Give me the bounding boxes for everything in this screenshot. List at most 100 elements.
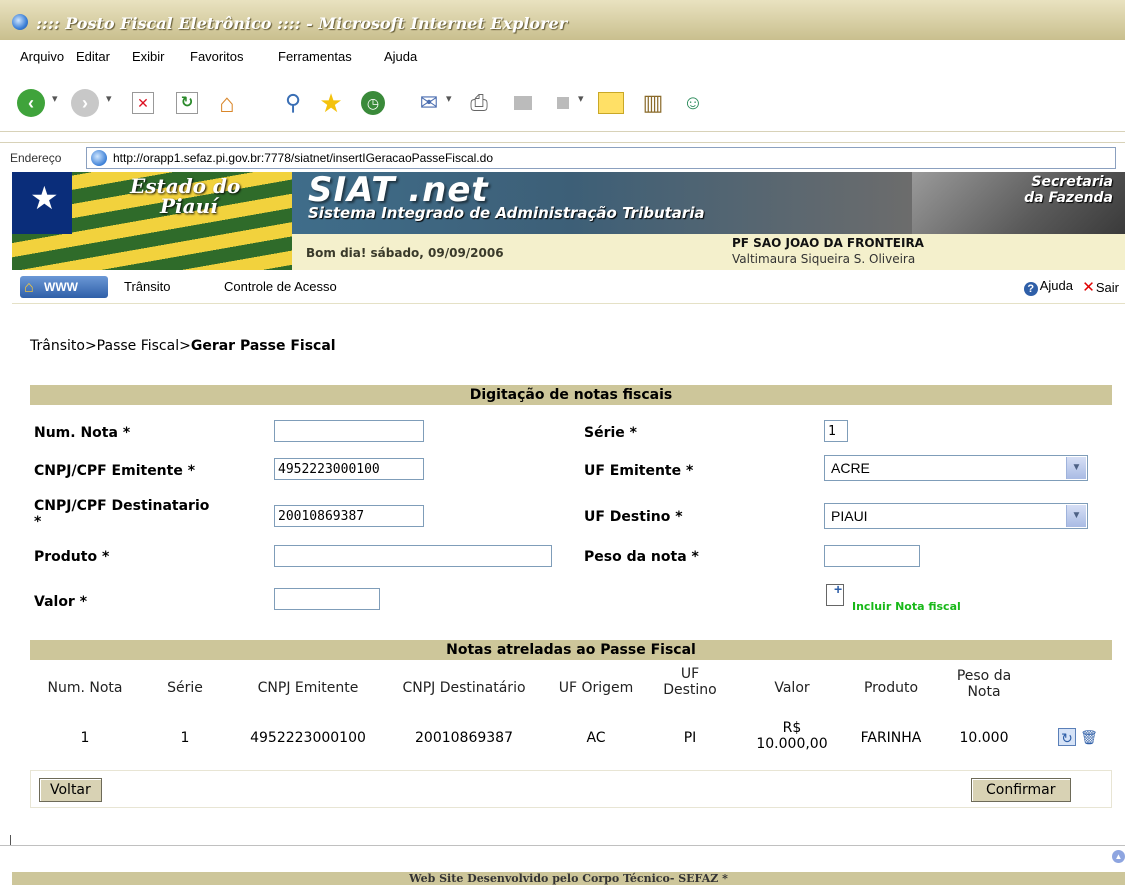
add-document-icon[interactable] <box>826 581 844 606</box>
peso-input[interactable] <box>824 545 920 567</box>
edit-icon[interactable] <box>506 86 540 120</box>
menu-bar: Arquivo Editar Exibir Favoritos Ferramen… <box>0 40 1125 74</box>
incluir-nota-link[interactable]: Incluir Nota fiscal <box>852 600 961 613</box>
discuss-icon[interactable] <box>546 86 580 120</box>
siat-subtitle: Sistema Integrado de Administração Tribu… <box>308 204 705 222</box>
col-uf-destino-line-1: UF <box>680 666 700 682</box>
secretaria-line-2: da Fazenda <box>1024 190 1113 206</box>
valor-input[interactable] <box>274 588 380 610</box>
research-icon[interactable]: ▥ <box>636 86 670 120</box>
help-icon: ? <box>1023 282 1038 296</box>
edit-row-icon[interactable]: ↻ <box>1058 728 1076 746</box>
col-peso: Peso da Nota <box>946 668 1022 700</box>
stop-icon[interactable]: ✕ <box>126 86 160 120</box>
cnpj-dest-label-line-1: CNPJ/CPF Destinatario <box>34 498 210 514</box>
messenger-icon[interactable]: ☺ <box>676 86 710 120</box>
nav-controle-acesso[interactable]: Controle de Acesso <box>224 279 337 294</box>
discuss-dropdown-icon[interactable]: ▾ <box>578 92 584 105</box>
col-peso-line-2: Nota <box>967 684 1001 700</box>
ie-logo-icon <box>12 14 28 30</box>
cell-num-nota: 1 <box>80 730 90 746</box>
breadcrumb-current: Gerar Passe Fiscal <box>190 338 336 354</box>
serie-label: Série * <box>584 425 637 441</box>
logout-label: Sair <box>1095 280 1119 295</box>
nav-transito[interactable]: Trânsito <box>124 279 170 294</box>
confirmar-button[interactable]: Confirmar <box>971 778 1071 802</box>
breadcrumb: Trânsito>Passe Fiscal>Gerar Passe Fiscal <box>30 338 336 354</box>
uf-emitente-select[interactable]: ACRE ▼ <box>824 455 1088 481</box>
www-button[interactable]: ⌂ WWW <box>20 276 108 298</box>
col-uf-destino: UF Destino <box>650 666 730 698</box>
uf-destino-select[interactable]: PIAUI ▼ <box>824 503 1088 529</box>
cell-serie: 1 <box>180 730 190 746</box>
cell-cnpj-destinatario: 20010869387 <box>415 730 513 746</box>
cell-produto: FARINHA <box>860 730 922 746</box>
mail-dropdown-icon[interactable]: ▾ <box>446 92 452 105</box>
table-section-header: Notas atreladas ao Passe Fiscal <box>30 640 1112 660</box>
col-cnpj-emitente: CNPJ Emitente <box>257 680 359 696</box>
num-nota-label: Num. Nota * <box>34 425 131 441</box>
search-icon[interactable]: ⚲ <box>276 86 310 120</box>
breadcrumb-path[interactable]: Trânsito>Passe Fiscal> <box>30 338 191 354</box>
favorites-star-icon[interactable]: ★ <box>314 86 348 120</box>
page-icon <box>91 150 107 166</box>
home-icon[interactable]: ⌂ <box>210 86 244 120</box>
action-bar: Voltar Confirmar <box>30 770 1112 808</box>
cell-valor-currency: R$ <box>782 720 802 736</box>
estado-line-2: Piauí <box>160 194 218 218</box>
uf-destino-value: PIAUI <box>831 508 868 524</box>
menu-favoritos[interactable]: Favoritos <box>190 49 243 64</box>
menu-exibir[interactable]: Exibir <box>132 49 165 64</box>
chevron-down-icon: ▼ <box>1066 505 1086 527</box>
col-num-nota: Num. Nota <box>47 680 123 696</box>
footer: Web Site Desenvolvido pelo Corpo Técnico… <box>12 872 1125 885</box>
estado-line-1: Estado do <box>130 174 241 198</box>
address-label: Endereço <box>10 151 62 165</box>
num-nota-input[interactable] <box>274 420 424 442</box>
cell-uf-origem: AC <box>586 730 606 746</box>
cnpj-emitente-input[interactable] <box>274 458 424 480</box>
col-produto: Produto <box>863 680 919 696</box>
help-link[interactable]: ? Ajuda <box>1023 278 1073 296</box>
forward-dropdown-icon[interactable]: ▾ <box>106 92 112 105</box>
valor-label: Valor * <box>34 594 88 610</box>
secretaria-title: Secretaria da Fazenda <box>1024 174 1113 206</box>
voltar-button[interactable]: Voltar <box>39 778 102 802</box>
menu-ferramentas[interactable]: Ferramentas <box>278 49 352 64</box>
print-icon[interactable]: ⎙ <box>462 86 496 120</box>
forward-icon[interactable]: › <box>68 86 102 120</box>
cnpj-emitente-label: CNPJ/CPF Emitente * <box>34 463 196 479</box>
form-section-header: Digitação de notas fiscais <box>30 385 1112 405</box>
window-title: :::: Posto Fiscal Eletrônico :::: - Micr… <box>36 14 568 33</box>
address-url[interactable]: http://orapp1.sefaz.pi.gov.br:7778/siatn… <box>113 151 493 165</box>
back-dropdown-icon[interactable]: ▾ <box>52 92 58 105</box>
menu-editar[interactable]: Editar <box>76 49 110 64</box>
produto-label: Produto * <box>34 549 110 565</box>
cnpj-dest-input[interactable] <box>274 505 424 527</box>
star-icon: ★ <box>30 180 59 216</box>
produto-input[interactable] <box>274 545 552 567</box>
serie-input[interactable] <box>824 420 848 442</box>
siat-title: SIAT .net <box>308 172 489 210</box>
col-serie: Série <box>167 680 203 696</box>
history-icon[interactable]: ◷ <box>356 86 390 120</box>
note-icon[interactable] <box>594 86 628 120</box>
address-input[interactable]: http://orapp1.sefaz.pi.gov.br:7778/siatn… <box>86 147 1116 169</box>
menu-arquivo[interactable]: Arquivo <box>20 49 64 64</box>
col-valor: Valor <box>774 680 810 696</box>
divider <box>10 835 11 845</box>
menu-ajuda[interactable]: Ajuda <box>384 49 417 64</box>
delete-row-icon[interactable]: 🗑 <box>1080 728 1098 746</box>
banner-right: Secretaria da Fazenda <box>912 172 1125 234</box>
app-nav: ⌂ WWW Trânsito Controle de Acesso ? Ajuda… <box>12 270 1125 304</box>
posto-name: PF SAO JOAO DA FRONTEIRA <box>732 236 924 250</box>
mail-icon[interactable]: ✉ <box>412 86 446 120</box>
back-icon[interactable]: ‹ <box>14 86 48 120</box>
cnpj-dest-label: CNPJ/CPF Destinatario * <box>34 498 209 530</box>
close-icon: ✕ <box>1082 279 1095 296</box>
scroll-up-icon[interactable]: ▲ <box>1112 850 1125 863</box>
uf-destino-label: UF Destino * <box>584 509 683 525</box>
logout-link[interactable]: ✕Sair <box>1082 278 1119 296</box>
cell-valor-amount: 10.000,00 <box>756 736 828 752</box>
refresh-icon[interactable]: ↻ <box>170 86 204 120</box>
